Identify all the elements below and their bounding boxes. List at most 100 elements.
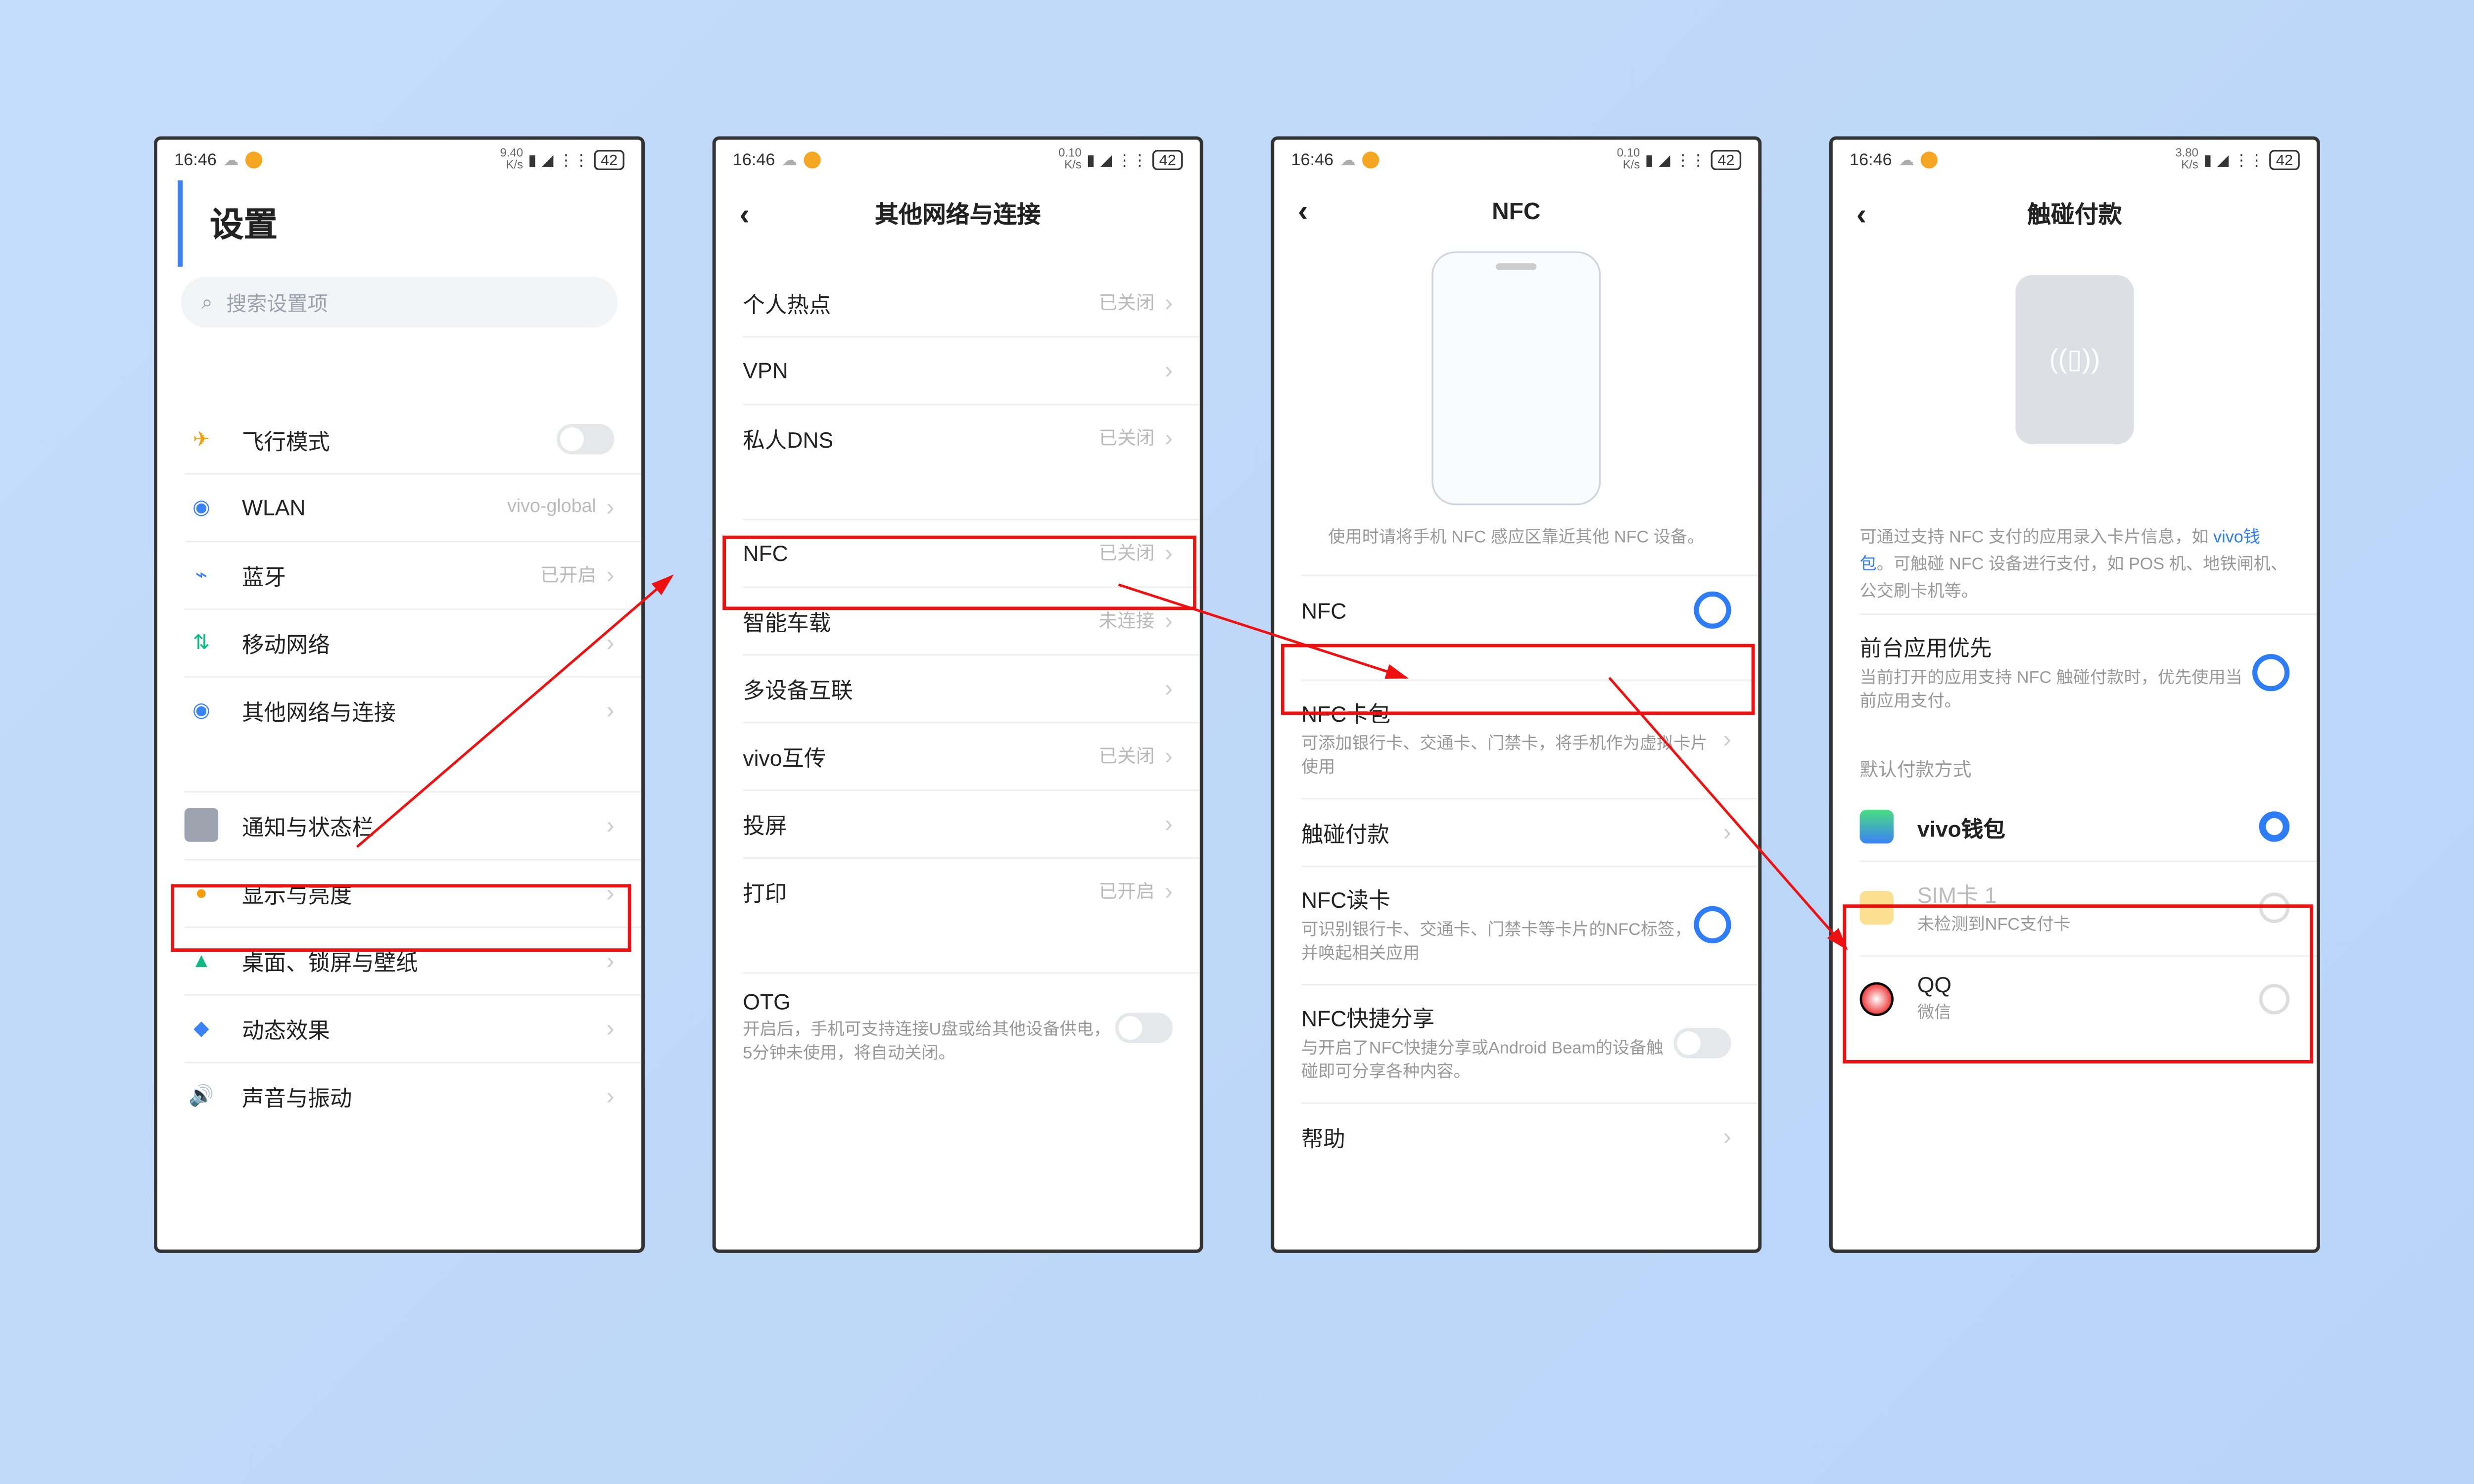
back-button[interactable]: ‹	[740, 196, 750, 232]
chevron-right-icon: ›	[606, 1082, 614, 1109]
network-icon: ◉	[185, 693, 218, 727]
row-nfc-switch[interactable]: NFC	[1274, 574, 1758, 646]
row-display[interactable]: ● 显示与亮度 ›	[157, 859, 641, 927]
notification-icon	[185, 808, 218, 841]
back-button[interactable]: ‹	[1856, 196, 1867, 232]
row-cast[interactable]: 投屏 ›	[716, 789, 1200, 857]
row-bluetooth[interactable]: ⌁ 蓝牙 已开启 ›	[157, 541, 641, 608]
chevron-right-icon: ›	[606, 493, 614, 520]
status-bar: 16:46 ☁ 9.40K/s ▮ ◢ ⋮⋮ 42	[157, 139, 641, 180]
airplane-toggle[interactable]	[557, 424, 614, 455]
row-notifications[interactable]: 通知与状态栏 ›	[157, 791, 641, 859]
chevron-right-icon: ›	[606, 947, 614, 974]
pay-illustration: ((▯))	[2015, 275, 2134, 444]
row-wlan[interactable]: ◉ WLAN vivo-global ›	[157, 473, 641, 541]
wifi-icon: ◉	[185, 490, 218, 523]
weather-icon: ☁	[1340, 151, 1356, 170]
screen-nfc: 16:46 ☁ 0.10K/s ▮ ◢ ⋮⋮ 42 ‹ NFC 使用时请将手机 …	[1271, 137, 1761, 1253]
row-foreground-priority[interactable]: 前台应用优先 当前打开的应用支持 NFC 触碰付款时，优先使用当前应用支付。	[1833, 613, 2317, 732]
status-bar: 16:46 ☁ 3.80K/s ▮ ◢ ⋮⋮ 42	[1833, 139, 2317, 180]
chevron-right-icon: ›	[1723, 1123, 1731, 1150]
row-other-network[interactable]: ◉ 其他网络与连接 ›	[157, 676, 641, 744]
radio-selected[interactable]	[2259, 811, 2290, 842]
weibo-icon	[1921, 151, 1938, 168]
row-airplane[interactable]: ✈ 飞行模式	[157, 405, 641, 473]
hd-icon: ▮	[2203, 151, 2212, 170]
page-title: 其他网络与连接	[740, 197, 1176, 231]
status-time: 16:46	[174, 151, 217, 170]
mobile-data-icon: ⇅	[185, 625, 218, 659]
chevron-right-icon: ›	[1165, 356, 1173, 383]
otg-toggle[interactable]	[1115, 1013, 1173, 1043]
screen-tap-pay: 16:46 ☁ 3.80K/s ▮ ◢ ⋮⋮ 42 ‹ 触碰付款 ((▯)) 可…	[1829, 137, 2320, 1253]
chevron-right-icon: ›	[1723, 818, 1731, 845]
chevron-right-icon: ›	[1165, 878, 1173, 905]
wifi-icon: ⋮⋮	[1117, 151, 1147, 170]
sim-icon	[1860, 891, 1894, 925]
row-desktop[interactable]: ▲ 桌面、锁屏与壁纸 ›	[157, 927, 641, 994]
row-motion[interactable]: ◆ 动态效果 ›	[157, 994, 641, 1062]
row-cardbag[interactable]: NFC卡包 可添加银行卡、交通卡、门禁卡，将手机作为虚拟卡片使用 ›	[1274, 679, 1758, 797]
row-sound[interactable]: 🔊 声音与振动 ›	[157, 1062, 641, 1129]
radio-unselected[interactable]	[2259, 984, 2290, 1015]
weibo-icon	[804, 151, 821, 168]
chevron-right-icon: ›	[1165, 424, 1173, 451]
row-pay-qq[interactable]: QQ 微信	[1833, 955, 2317, 1043]
weibo-icon	[1362, 151, 1379, 168]
chevron-right-icon: ›	[606, 879, 614, 906]
row-otg[interactable]: OTG 开启后，手机可支持连接U盘或给其他设备供电，5分钟未使用，将自动关闭。	[716, 972, 1200, 1084]
nfc-hint: 使用时请将手机 NFC 感应区靠近其他 NFC 设备。	[1274, 505, 1758, 574]
battery-icon: 42	[1152, 150, 1183, 170]
phone-illustration	[1431, 251, 1601, 505]
chevron-right-icon: ›	[1165, 288, 1173, 316]
row-vpn[interactable]: VPN ›	[716, 336, 1200, 404]
page-title: 触碰付款	[1856, 197, 2293, 231]
screen-other-network: 16:46 ☁ 0.10K/s ▮ ◢ ⋮⋮ 42 ‹ 其他网络与连接 个人热点…	[713, 137, 1203, 1253]
back-button[interactable]: ‹	[1298, 193, 1308, 229]
wifi-icon: ⋮⋮	[559, 151, 589, 170]
row-nfc-read[interactable]: NFC读卡 可识别银行卡、交通卡、门禁卡等卡片的NFC标签，并唤起相关应用	[1274, 866, 1758, 984]
status-bar: 16:46 ☁ 0.10K/s ▮ ◢ ⋮⋮ 42	[716, 139, 1200, 180]
row-dns[interactable]: 私人DNS 已关闭 ›	[716, 404, 1200, 471]
sound-icon: 🔊	[185, 1079, 218, 1113]
row-print[interactable]: 打印 已开启 ›	[716, 857, 1200, 925]
row-hotspot[interactable]: 个人热点 已关闭 ›	[716, 268, 1200, 336]
qq-icon	[1860, 982, 1894, 1016]
row-multidevice[interactable]: 多设备互联 ›	[716, 654, 1200, 722]
signal-icon: ◢	[1100, 151, 1112, 170]
animation-icon: ◆	[185, 1011, 218, 1045]
weibo-icon	[245, 151, 262, 168]
battery-icon: 42	[1711, 150, 1742, 170]
wifi-icon: ⋮⋮	[2234, 151, 2264, 170]
row-nfc[interactable]: NFC 已关闭 ›	[716, 519, 1200, 587]
screen-settings: 16:46 ☁ 9.40K/s ▮ ◢ ⋮⋮ 42 设置 ⌕ 搜索设置项 ✈ 飞…	[154, 137, 645, 1253]
nfc-read-toggle[interactable]	[1694, 906, 1731, 943]
pay-description: 可通过支持 NFC 支付的应用录入卡片信息，如 vivo钱包。可触碰 NFC 设…	[1833, 512, 2317, 613]
signal-icon: ◢	[542, 151, 554, 170]
chevron-right-icon: ›	[606, 1015, 614, 1042]
row-mobile[interactable]: ⇅ 移动网络 ›	[157, 608, 641, 676]
weather-icon: ☁	[1899, 151, 1914, 170]
chevron-right-icon: ›	[1165, 810, 1173, 837]
search-placeholder: 搜索设置项	[226, 288, 328, 317]
search-input[interactable]: ⌕ 搜索设置项	[181, 277, 618, 327]
weather-icon: ☁	[782, 151, 797, 170]
row-pay-vivo[interactable]: vivo钱包	[1833, 793, 2317, 861]
row-nfc-share[interactable]: NFC快捷分享 与开启了NFC快捷分享或Android Beam的设备触碰即可分…	[1274, 984, 1758, 1102]
row-pay-sim[interactable]: SIM卡 1 未检测到NFC支付卡	[1833, 860, 2317, 955]
wallpaper-icon: ▲	[185, 943, 218, 977]
signal-icon: ◢	[2217, 151, 2229, 170]
nfc-toggle[interactable]	[1694, 592, 1731, 629]
radio-unselected[interactable]	[2259, 892, 2290, 923]
row-tap-pay[interactable]: 触碰付款 ›	[1274, 798, 1758, 866]
vivo-wallet-icon	[1860, 810, 1894, 843]
weather-icon: ☁	[224, 151, 239, 170]
chevron-right-icon: ›	[1165, 674, 1173, 701]
signal-icon: ◢	[1659, 151, 1670, 170]
row-vivoshare[interactable]: vivo互传 已关闭 ›	[716, 722, 1200, 789]
row-car[interactable]: 智能车载 未连接 ›	[716, 586, 1200, 654]
nfc-share-toggle[interactable]	[1673, 1028, 1731, 1059]
fg-priority-toggle[interactable]	[2252, 654, 2289, 691]
row-help[interactable]: 帮助 ›	[1274, 1102, 1758, 1170]
page-title: NFC	[1298, 197, 1734, 225]
